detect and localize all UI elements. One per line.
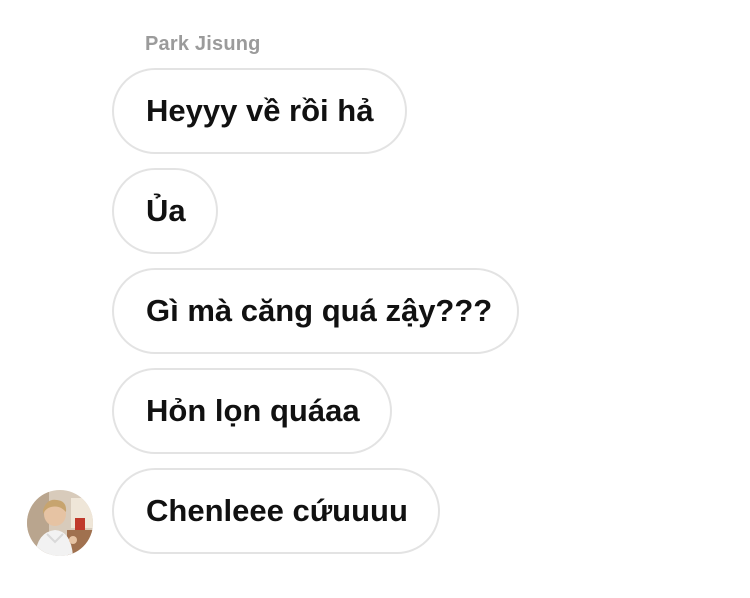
- message-bubble[interactable]: Ủa: [112, 168, 218, 254]
- message-bubble[interactable]: Hỏn lọn quáaa: [112, 368, 392, 454]
- message-text: Ủa: [146, 193, 186, 228]
- message-bubble[interactable]: Gì mà căng quá zậy???: [112, 268, 519, 354]
- avatar[interactable]: [27, 490, 93, 556]
- message-text: Heyyy về rồi hả: [146, 93, 374, 128]
- message-text: Gì mà căng quá zậy???: [146, 293, 493, 328]
- message-bubble[interactable]: Chenleee cứuuuu: [112, 468, 440, 554]
- user-avatar-icon: [27, 490, 93, 556]
- message-bubble[interactable]: Heyyy về rồi hả: [112, 68, 407, 154]
- sender-name: Park Jisung: [145, 33, 261, 55]
- message-text: Chenleee cứuuuu: [146, 493, 408, 528]
- message-text: Hỏn lọn quáaa: [146, 393, 360, 428]
